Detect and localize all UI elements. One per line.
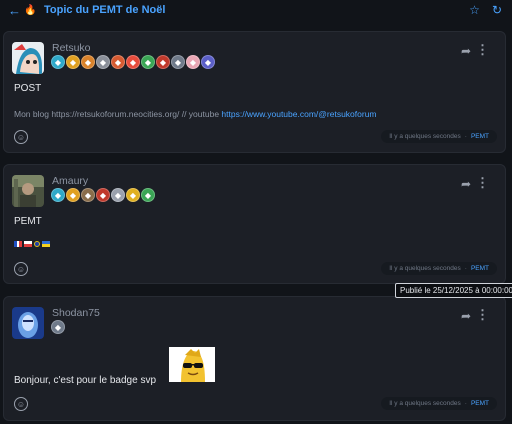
more-options-icon[interactable]: ⋮ (476, 42, 489, 58)
badge-icon[interactable]: ◆ (66, 188, 80, 202)
youtube-link[interactable]: https://www.youtube.com/@retsukoforum (221, 109, 376, 119)
post-timestamp[interactable]: Il y a quelques secondes (389, 400, 461, 407)
star-icon[interactable]: ☆ (469, 3, 480, 17)
badge-row: ◆ ◆ ◆ ◆ ◆ ◆ ◆ (51, 188, 155, 202)
badge-row: ◆ (51, 320, 65, 334)
post-tag[interactable]: PEMT (471, 400, 489, 407)
badge-icon[interactable]: ◆ (126, 55, 140, 69)
poland-flag-icon (24, 241, 32, 247)
meta-separator: · (464, 133, 467, 140)
meta-separator: · (464, 400, 467, 407)
eu-flag-icon (34, 241, 40, 247)
badge-icon[interactable]: ◆ (96, 188, 110, 202)
badge-icon[interactable]: ◆ (51, 55, 65, 69)
author-name[interactable]: Shodan75 (52, 307, 100, 319)
post-meta: Il y a quelques secondes · PEMT (381, 130, 497, 143)
post-body: Bonjour, c'est pour le badge svp (14, 375, 157, 386)
post-card: Amaury ◆ ◆ ◆ ◆ ◆ ◆ ◆ ➦ ⋮ PEMT ☺ Il y a quelque… (3, 164, 506, 284)
refresh-icon[interactable]: ↻ (492, 3, 502, 17)
post-body-text: Mon blog https://retsukoforum.neocities.… (14, 109, 222, 119)
add-reaction-icon[interactable]: ☺ (14, 397, 28, 411)
badge-icon[interactable]: ◆ (81, 188, 95, 202)
badge-icon[interactable]: ◆ (201, 55, 215, 69)
post-body: Mon blog https://retsukoforum.neocities.… (14, 109, 377, 119)
france-flag-icon (14, 241, 23, 247)
badge-icon[interactable]: ◆ (141, 188, 155, 202)
post-card: Retsuko ◆ ◆ ◆ ◆ ◆ ◆ ◆ ◆ ◆ ◆ ◆ ➦ ⋮ POST Mon blog ht… (3, 31, 506, 153)
post-title: POST (14, 83, 42, 94)
meta-separator: · (464, 265, 467, 272)
badge-icon[interactable]: ◆ (66, 55, 80, 69)
badge-icon[interactable]: ◆ (51, 320, 65, 334)
avatar[interactable] (12, 42, 44, 74)
author-name[interactable]: Amaury (52, 175, 88, 187)
page-title: Topic du PEMT de Noël (44, 4, 166, 16)
badge-icon[interactable]: ◆ (51, 188, 65, 202)
post-title: PEMT (14, 216, 42, 227)
flag-row (14, 241, 50, 247)
timestamp-tooltip: Publié le 25/12/2025 à 00:00:00 (395, 283, 512, 298)
more-options-icon[interactable]: ⋮ (476, 307, 489, 323)
author-name[interactable]: Retsuko (52, 42, 91, 54)
ukraine-flag-icon (42, 241, 50, 247)
post-timestamp[interactable]: Il y a quelques secondes (389, 265, 461, 272)
badge-icon[interactable]: ◆ (81, 55, 95, 69)
badge-icon[interactable]: ◆ (111, 188, 125, 202)
post-card: Shodan75 ◆ ➦ ⋮ Bonjour, c'est pour le ba… (3, 296, 506, 421)
badge-icon[interactable]: ◆ (156, 55, 170, 69)
badge-row: ◆ ◆ ◆ ◆ ◆ ◆ ◆ ◆ ◆ ◆ ◆ (51, 55, 215, 69)
more-options-icon[interactable]: ⋮ (476, 175, 489, 191)
arrow-left-icon[interactable]: ← (8, 3, 22, 18)
add-reaction-icon[interactable]: ☺ (14, 130, 28, 144)
share-icon[interactable]: ➦ (461, 177, 471, 191)
add-reaction-icon[interactable]: ☺ (14, 262, 28, 276)
share-icon[interactable]: ➦ (461, 309, 471, 323)
post-tag[interactable]: PEMT (471, 265, 489, 272)
badge-icon[interactable]: ◆ (126, 188, 140, 202)
post-image[interactable] (169, 347, 215, 382)
badge-icon[interactable]: ◆ (186, 55, 200, 69)
post-timestamp[interactable]: Il y a quelques secondes (389, 133, 461, 140)
topic-header: ← 🔥 Topic du PEMT de Noël ☆ ↻ (0, 0, 512, 20)
post-tag[interactable]: PEMT (471, 133, 489, 140)
avatar[interactable] (12, 175, 44, 207)
flame-icon: 🔥 (24, 4, 37, 16)
post-meta: Il y a quelques secondes · PEMT (381, 397, 497, 410)
avatar[interactable] (12, 307, 44, 339)
badge-icon[interactable]: ◆ (141, 55, 155, 69)
badge-icon[interactable]: ◆ (96, 55, 110, 69)
post-meta: Il y a quelques secondes · PEMT (381, 262, 497, 275)
share-icon[interactable]: ➦ (461, 44, 471, 58)
badge-icon[interactable]: ◆ (171, 55, 185, 69)
badge-icon[interactable]: ◆ (111, 55, 125, 69)
